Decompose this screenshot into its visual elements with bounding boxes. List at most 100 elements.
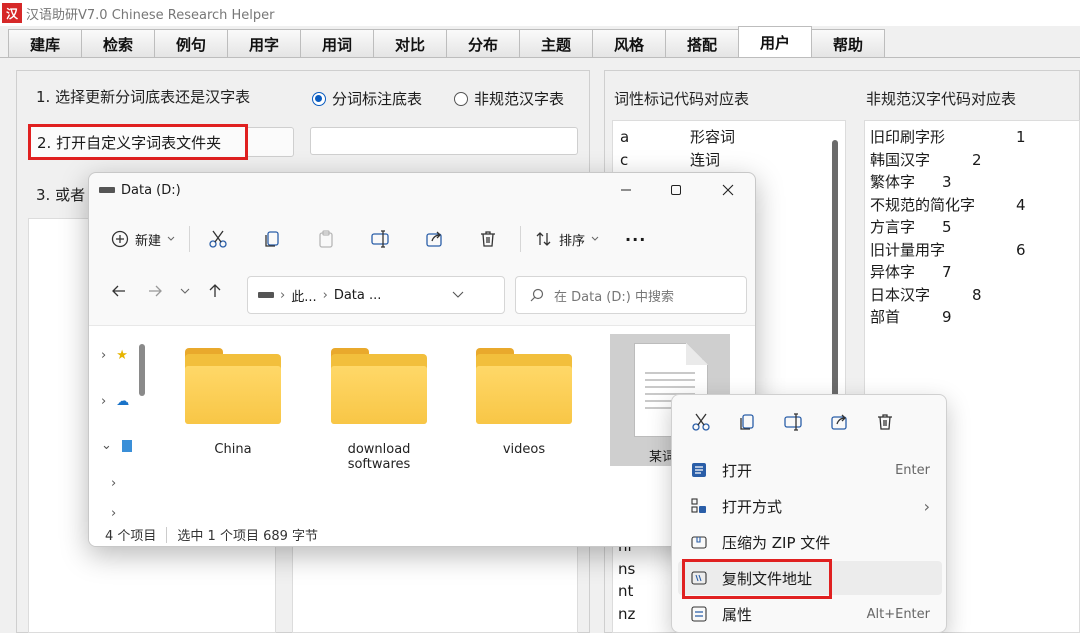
navigation-pane: › ★ › ☁ ⌄ › › xyxy=(89,326,151,522)
search-icon xyxy=(530,288,544,302)
step3-label: 3. 或者 xyxy=(36,186,86,204)
folder-path-input[interactable] xyxy=(310,127,578,155)
explorer-content: › ★ › ☁ ⌄ › › China download softwares vid… xyxy=(89,325,755,522)
minimize-button[interactable] xyxy=(603,177,649,203)
breadcrumb-data[interactable]: Data ... xyxy=(334,288,382,303)
list-item: 旧计量用字 6 xyxy=(870,240,1026,259)
ctx-compress-zip[interactable]: 压缩为 ZIP 文件 xyxy=(678,525,942,559)
scissors-icon xyxy=(692,413,710,431)
list-item: 日本汉字 8 xyxy=(870,285,982,304)
explorer-title: Data (D:) xyxy=(121,182,181,198)
nav-onedrive[interactable]: › ☁ xyxy=(101,394,129,409)
nav-quick-access[interactable]: › ★ xyxy=(101,348,128,363)
tab-examples[interactable]: 例句 xyxy=(154,29,228,58)
step1-label: 1. 选择更新分词底表还是汉字表 xyxy=(36,88,251,106)
toolbar-divider xyxy=(520,226,522,252)
address-dropdown-button[interactable] xyxy=(452,288,464,303)
tab-help[interactable]: 帮助 xyxy=(811,29,885,58)
ctx-delete-button[interactable] xyxy=(862,401,908,443)
list-item: a 形容词 xyxy=(620,128,736,146)
rename-button[interactable] xyxy=(360,219,400,259)
cut-button[interactable] xyxy=(198,219,238,259)
tab-style[interactable]: 风格 xyxy=(592,29,666,58)
folder-item[interactable]: videos xyxy=(464,348,584,457)
trash-icon xyxy=(481,231,496,247)
new-button[interactable]: 新建 xyxy=(105,230,181,249)
ctx-open-with[interactable]: 打开方式 › xyxy=(678,489,942,523)
pos-code-rows-bottom: nl ns nt nz xyxy=(618,535,635,625)
nav-subitem[interactable]: › xyxy=(111,506,116,521)
tab-char-usage[interactable]: 用字 xyxy=(227,29,301,58)
sort-button[interactable]: 排序 xyxy=(529,230,605,249)
ctx-open[interactable]: 打开 Enter xyxy=(678,453,942,487)
search-box[interactable]: 在 Data (D:) 中搜索 xyxy=(515,276,747,314)
list-item: nz xyxy=(618,604,636,623)
back-button[interactable] xyxy=(101,273,137,309)
copy-button[interactable] xyxy=(252,219,292,259)
chevron-down-icon xyxy=(180,288,190,294)
ctx-copy-button[interactable] xyxy=(724,401,770,443)
ctx-share-button[interactable] xyxy=(816,401,862,443)
toolbar-divider xyxy=(189,226,191,252)
folder-icon xyxy=(331,348,427,424)
nav-this-pc[interactable]: ⌄ xyxy=(101,438,132,453)
tab-topic[interactable]: 主题 xyxy=(519,29,593,58)
nav-subitem[interactable]: › xyxy=(111,476,116,491)
ctx-rename-button[interactable] xyxy=(770,401,816,443)
maximize-button[interactable] xyxy=(653,177,699,203)
app-logo: 汉 xyxy=(2,3,22,23)
list-item: ns xyxy=(618,559,636,578)
radio-segmentation[interactable]: 分词标注底表 xyxy=(312,88,422,109)
pos-table-title: 词性标记代码对应表 xyxy=(614,90,750,108)
chevron-right-icon: › xyxy=(111,476,117,491)
up-button[interactable] xyxy=(197,273,233,309)
list-item: 旧印刷字形 1 xyxy=(870,128,1026,146)
copy-icon xyxy=(265,231,279,247)
ctx-properties[interactable]: 属性 Alt+Enter xyxy=(678,597,942,631)
tab-distribution[interactable]: 分布 xyxy=(446,29,520,58)
minimize-icon xyxy=(621,189,631,191)
close-button[interactable] xyxy=(705,177,751,203)
file-explorer-window: Data (D:) 新建 排序 ··· › 此... › Data ... 在 … xyxy=(88,172,756,547)
radio-nonstandard[interactable]: 非规范汉字表 xyxy=(454,88,564,109)
address-box[interactable]: › 此... › Data ... xyxy=(247,276,534,314)
pos-list-scrollbar[interactable] xyxy=(832,140,838,405)
close-icon xyxy=(722,184,734,196)
folder-item[interactable]: download softwares xyxy=(319,348,439,472)
highlight-copy-path xyxy=(682,559,832,599)
app-titlebar: 汉 汉语助研V7.0 Chinese Research Helper xyxy=(0,0,1080,26)
tab-user[interactable]: 用户 xyxy=(738,26,812,58)
list-item: 异体字 7 xyxy=(870,263,952,281)
scissors-icon xyxy=(209,230,227,248)
list-item: 韩国汉字 2 xyxy=(870,150,982,169)
tab-search[interactable]: 检索 xyxy=(81,29,155,58)
share-icon xyxy=(831,414,847,430)
recent-locations-button[interactable] xyxy=(173,273,197,309)
radio-nonstandard-label: 非规范汉字表 xyxy=(474,90,565,108)
arrow-left-icon xyxy=(112,285,125,297)
menu-divider xyxy=(0,57,1080,58)
more-options-button[interactable]: ··· xyxy=(625,230,646,249)
chevron-down-icon xyxy=(452,291,464,298)
folder-name: China xyxy=(214,442,252,457)
open-custom-folder-button[interactable]: 2. 打开自定义字词表文件夹 xyxy=(28,124,248,160)
delete-button[interactable] xyxy=(468,219,508,259)
breadcrumb-this-pc[interactable]: 此... xyxy=(291,286,316,305)
forward-button[interactable] xyxy=(137,273,173,309)
paste-button[interactable] xyxy=(306,219,346,259)
nav-pane-scrollbar[interactable] xyxy=(139,344,145,396)
list-item: 繁体字 3 xyxy=(870,173,952,191)
folder-item[interactable]: China xyxy=(173,348,293,457)
tab-collocation[interactable]: 搭配 xyxy=(665,29,739,58)
tab-compare[interactable]: 对比 xyxy=(373,29,447,58)
tab-word-usage[interactable]: 用词 xyxy=(300,29,374,58)
ctx-cut-button[interactable] xyxy=(678,401,724,443)
rename-icon xyxy=(371,230,389,248)
list-item: 不规范的简化字 4 xyxy=(870,195,1026,214)
rename-icon xyxy=(784,413,802,431)
share-button[interactable] xyxy=(414,219,454,259)
list-item: 方言字 5 xyxy=(870,218,952,236)
radio-segmentation-label: 分词标注底表 xyxy=(332,90,423,108)
tab-build[interactable]: 建库 xyxy=(8,29,82,58)
star-icon: ★ xyxy=(116,348,128,363)
